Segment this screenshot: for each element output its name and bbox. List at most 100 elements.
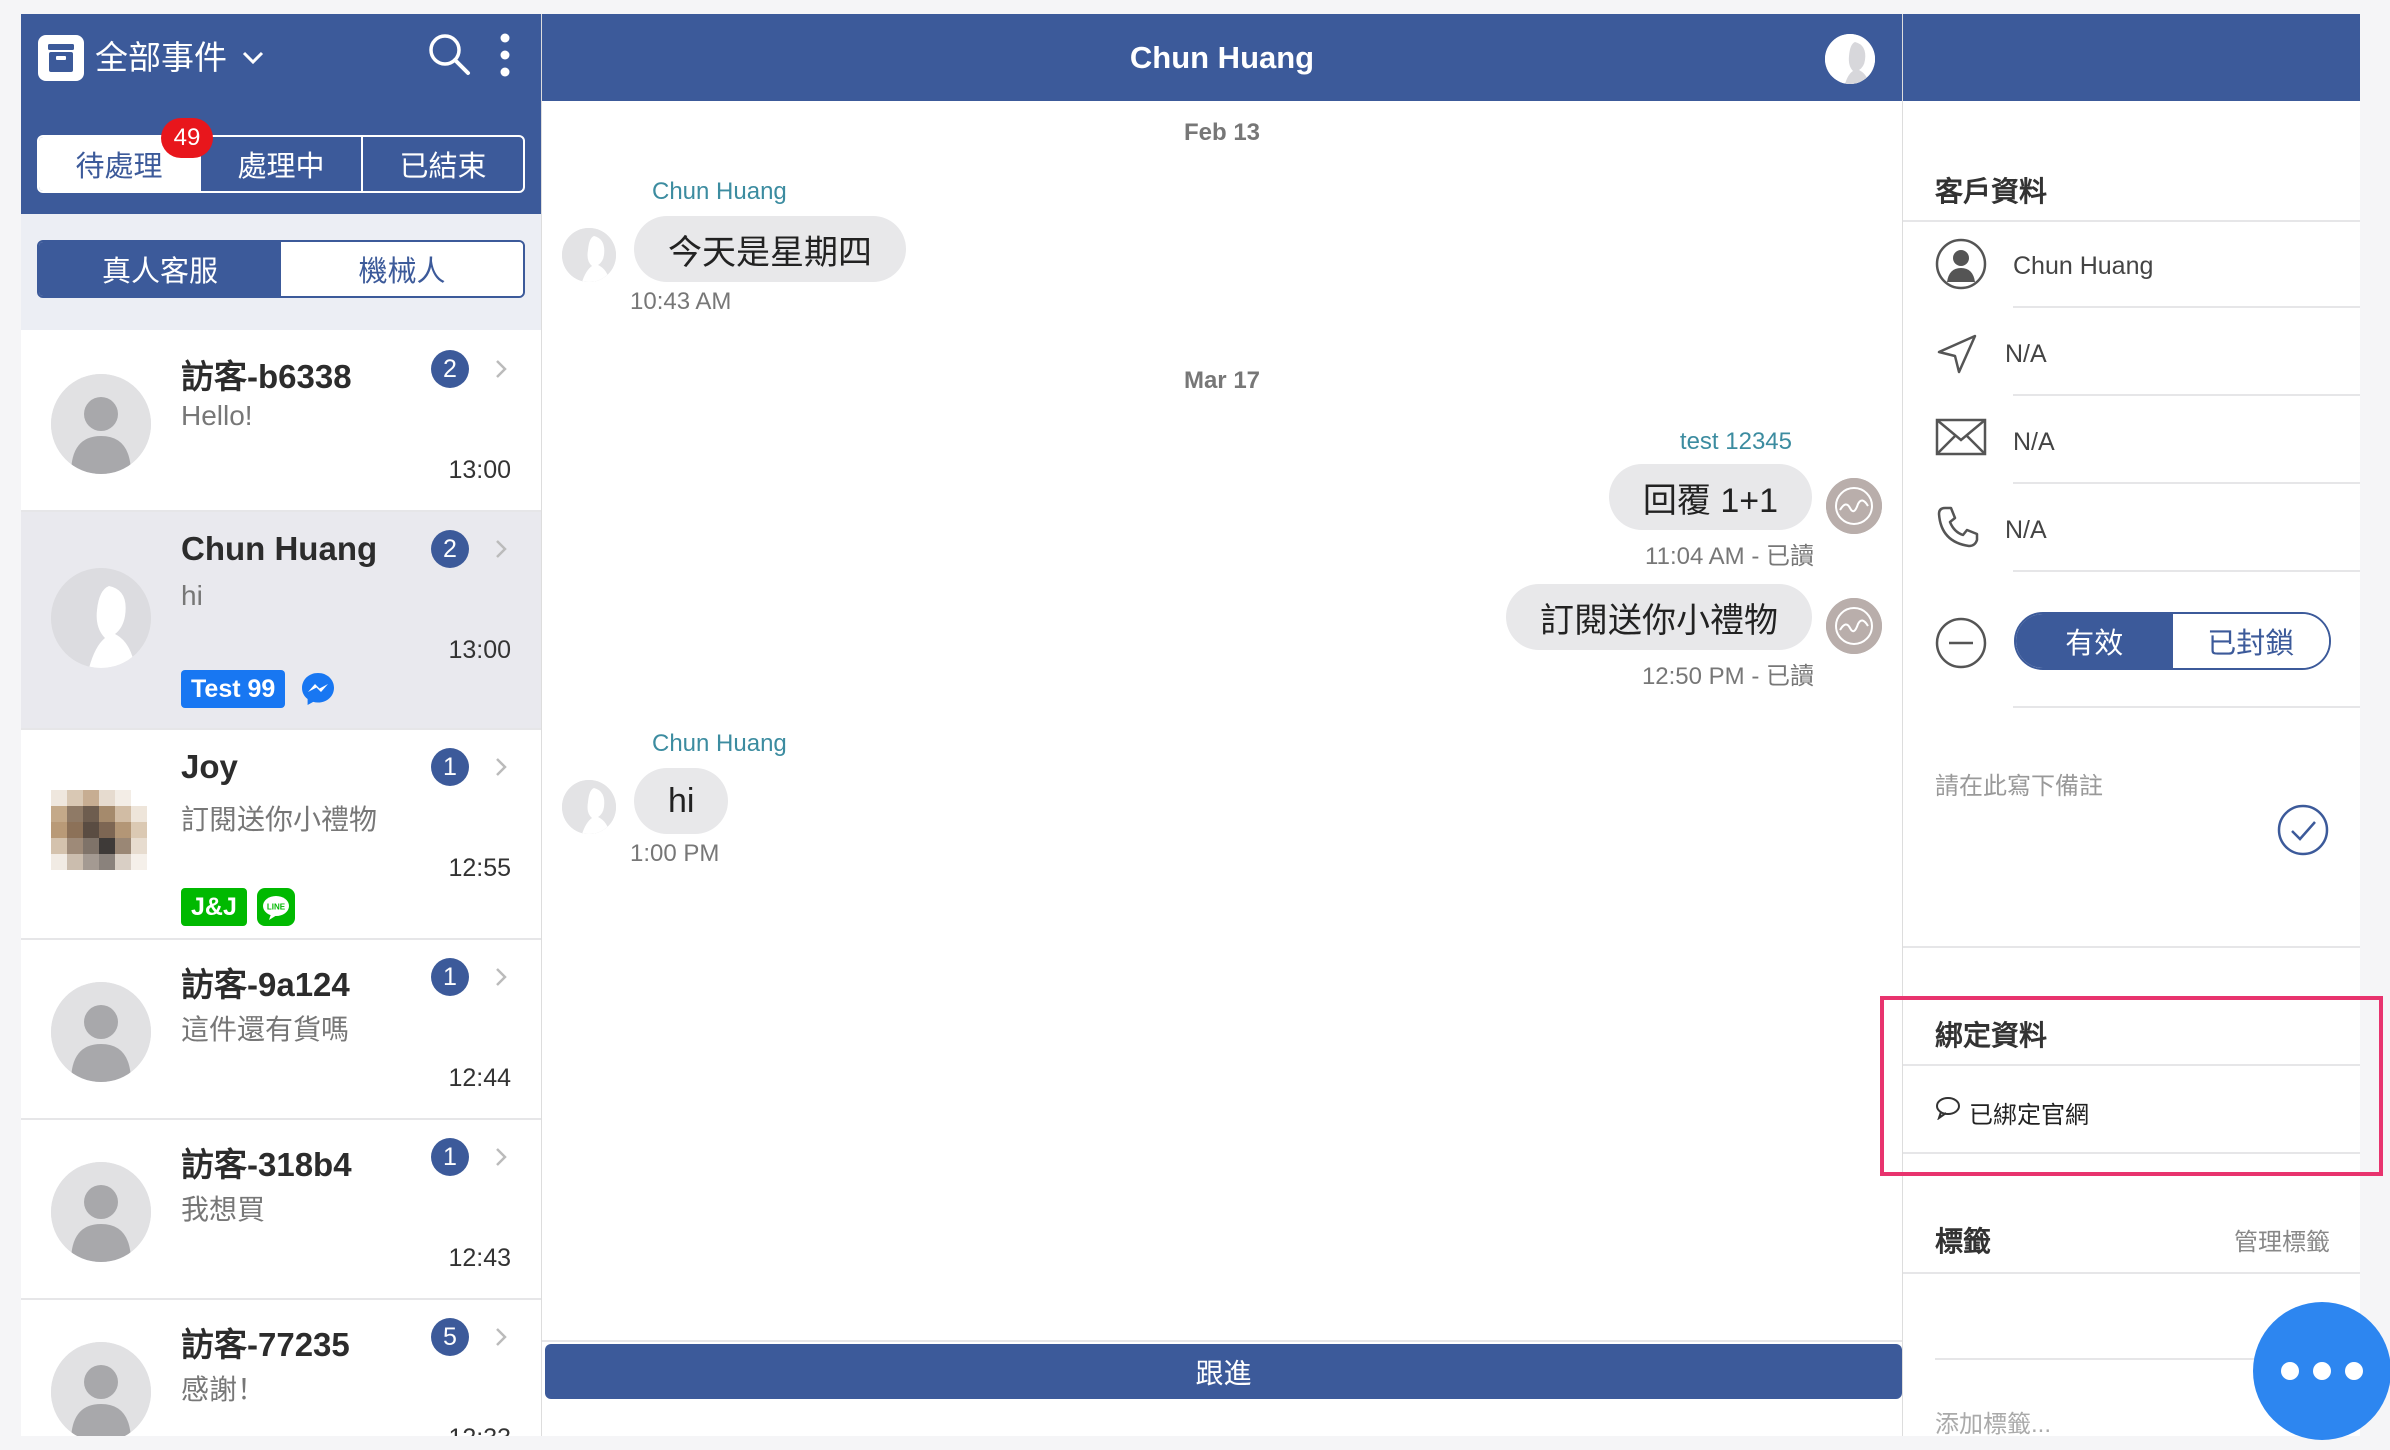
customer-info-panel: 客戶資料 Chun Huang N/A N/A N/A 有效 已封鎖 請在此寫下… [1903, 14, 2360, 1436]
divider [2013, 570, 2360, 572]
conversation-preview: hi [181, 580, 203, 611]
unread-count-badge: 1 [431, 748, 469, 786]
customer-avatar[interactable] [1825, 34, 1875, 84]
message-bubble[interactable]: 回覆 1+1 [1608, 464, 1812, 530]
customer-location: N/A [2005, 340, 2047, 368]
avatar [51, 776, 163, 888]
conversation-preview: 我想買 [181, 1194, 266, 1225]
chat-title: Chun Huang [1129, 39, 1315, 75]
customer-name: Chun Huang [2013, 252, 2154, 280]
follow-up-button[interactable]: 跟進 [545, 1344, 1902, 1399]
unread-count-badge: 2 [431, 350, 469, 388]
avatar [51, 568, 151, 668]
tags-section-title: 標籤 [1935, 1226, 1992, 1257]
conversation-name: 訪客-b6338 [181, 358, 352, 395]
message-sender: test 12345 [1679, 428, 1792, 455]
conversation-name: 訪客-77235 [181, 1326, 350, 1363]
manage-tags-link[interactable]: 管理標籤 [2234, 1222, 2330, 1257]
mail-icon [1935, 418, 1987, 456]
conversation-preview: 感謝！ [181, 1374, 266, 1405]
message-bubble[interactable]: 今天是星期四 [634, 216, 906, 282]
tab-in-progress[interactable]: 處理中 [199, 137, 361, 191]
conversation-name: Chun Huang [181, 530, 378, 567]
chat-panel: Chun Huang Feb 13 Chun Huang 今天是星期四 10:4… [541, 14, 1903, 1436]
right-header [1903, 14, 2360, 101]
pending-count-badge: 49 [161, 118, 213, 158]
conversation-item[interactable]: 訪客-318b4 我想買 12:43 1 [21, 1120, 541, 1300]
sender-avatar [562, 228, 616, 282]
confirm-check-icon[interactable] [2277, 804, 2329, 856]
conversation-item[interactable]: 訪客-b6338 Hello! 13:00 2 [21, 332, 541, 512]
svg-text:LINE: LINE [267, 903, 286, 912]
divider [2013, 306, 2360, 308]
message-bubble[interactable]: 訂閱送你小禮物 [1506, 584, 1812, 650]
conversation-time: 12:43 [448, 1244, 511, 1272]
chevron-right-icon [489, 962, 513, 992]
conversation-preview: Hello! [181, 400, 253, 431]
chevron-down-icon[interactable] [239, 44, 267, 72]
dot-icon [2281, 1362, 2299, 1380]
conversation-name: 訪客-9a124 [181, 966, 350, 1003]
location-icon [1935, 332, 1979, 376]
avatar [51, 982, 151, 1082]
customer-tag[interactable]: J&J [181, 888, 247, 926]
messenger-icon [299, 670, 337, 708]
unread-count-badge: 1 [431, 1138, 469, 1176]
agent-type-tabs: 真人客服 機械人 [37, 240, 525, 298]
customer-tag[interactable]: Test 99 [181, 670, 286, 708]
event-filter-title[interactable]: 全部事件 [95, 36, 227, 80]
dot-icon [2313, 1362, 2331, 1380]
chevron-right-icon [489, 1322, 513, 1352]
tab-human-agent[interactable]: 真人客服 [39, 242, 281, 296]
conversation-time: 13:00 [448, 456, 511, 484]
tab-bot[interactable]: 機械人 [281, 242, 523, 296]
add-tag-input[interactable]: 添加標籤... [1935, 1404, 2051, 1436]
message-bubble[interactable]: hi [634, 768, 729, 834]
customer-email: N/A [2013, 428, 2055, 456]
chevron-right-icon [489, 752, 513, 782]
unread-count-badge: 2 [431, 530, 469, 568]
conversation-list-panel: 全部事件 待處理 處理中 已結束 49 真人客服 機械人 訪客-b6338 He… [21, 14, 541, 1436]
message-time: 1:00 PM [630, 840, 720, 867]
conversation-name: 訪客-318b4 [181, 1146, 352, 1183]
phone-icon [1935, 504, 1981, 550]
user-icon [1935, 238, 1987, 290]
divider [1903, 946, 2360, 948]
conversation-item[interactable]: Joy 訂閱送你小禮物 12:55 1 J&J LINE [21, 730, 541, 940]
divider [542, 1340, 1902, 1342]
avatar [51, 1342, 151, 1436]
tab-closed[interactable]: 已結束 [361, 137, 523, 191]
message-time: 11:04 AM - 已讀 [1645, 543, 1814, 570]
more-options-icon[interactable] [495, 30, 515, 80]
conversation-item-selected[interactable]: Chun Huang hi 13:00 2 Test 99 [21, 512, 541, 730]
conversation-name: Joy [181, 748, 238, 785]
inbox-icon[interactable] [38, 35, 84, 81]
divider [2013, 482, 2360, 484]
avatar [51, 1162, 151, 1262]
conversation-time: 13:00 [448, 636, 511, 664]
customer-status-toggle: 有效 已封鎖 [2014, 612, 2331, 670]
conversation-preview: 訂閱送你小禮物 [181, 804, 378, 835]
unread-count-badge: 1 [431, 958, 469, 996]
conversation-time: 12:55 [448, 854, 511, 882]
conversation-time: 12:33 [448, 1424, 511, 1436]
chevron-right-icon [489, 354, 513, 384]
agent-avatar [1826, 478, 1882, 534]
highlight-annotation [1880, 996, 2383, 1176]
message-sender: Chun Huang [652, 178, 787, 205]
conversation-item[interactable]: 訪客-77235 感謝！ 12:33 5 [21, 1300, 541, 1436]
search-icon[interactable] [426, 31, 472, 77]
unread-count-badge: 5 [431, 1318, 469, 1356]
date-separator: Feb 13 [1183, 119, 1261, 146]
chat-fab-button[interactable] [2253, 1302, 2390, 1440]
dot-icon [2345, 1362, 2363, 1380]
status-valid-option[interactable]: 有效 [2016, 614, 2173, 668]
conversation-item[interactable]: 訪客-9a124 這件還有貨嗎 12:44 1 [21, 940, 541, 1120]
agent-avatar [1826, 598, 1882, 654]
divider [2013, 394, 2360, 396]
block-minus-icon[interactable] [1935, 617, 1987, 669]
status-blocked-option[interactable]: 已封鎖 [2172, 614, 2329, 668]
note-input[interactable]: 請在此寫下備註 [1935, 766, 2103, 801]
message-sender: Chun Huang [652, 730, 787, 757]
customer-phone: N/A [2005, 516, 2047, 544]
